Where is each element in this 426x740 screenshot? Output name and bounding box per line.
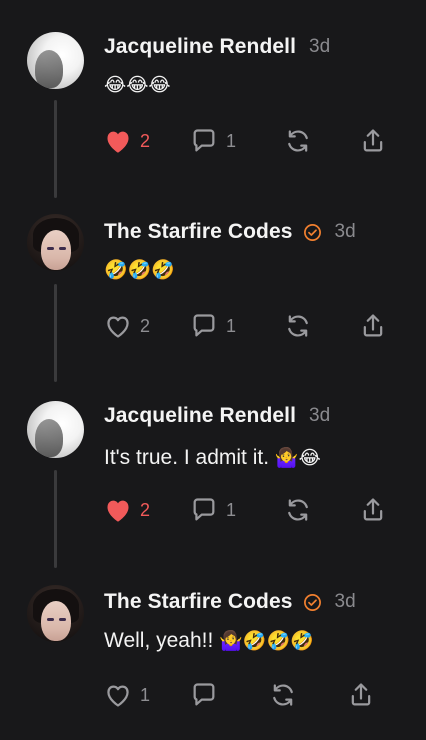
avatar[interactable] [27,585,84,642]
heart-icon [107,685,129,707]
like-button[interactable]: 1 [104,679,150,711]
share-button[interactable] [347,679,375,711]
repost-button[interactable] [269,679,297,711]
repost-icon [273,684,293,706]
share-icon [351,683,371,706]
timestamp[interactable]: 3d [335,591,356,613]
verified-badge-icon [303,593,321,611]
like-count: 1 [140,684,151,705]
comment-bubble-icon [193,683,215,706]
post-emoji: 🤷‍♀️🤣🤣🤣 [219,630,314,652]
post-text-body: Well, yeah!! [104,629,214,652]
avatar-image [41,601,71,641]
post: The Starfire Codes 3d Well, yeah!! 🤷‍♀️🤣… [0,0,426,740]
avatar-eye [59,618,66,621]
action-bar: 1 [104,679,394,711]
avatar-eye [47,618,54,621]
reply-button[interactable] [190,679,218,711]
post-text: Well, yeah!! 🤷‍♀️🤣🤣🤣 [104,629,314,653]
author-name[interactable]: The Starfire Codes [104,590,293,614]
post-header: The Starfire Codes 3d [104,590,356,614]
